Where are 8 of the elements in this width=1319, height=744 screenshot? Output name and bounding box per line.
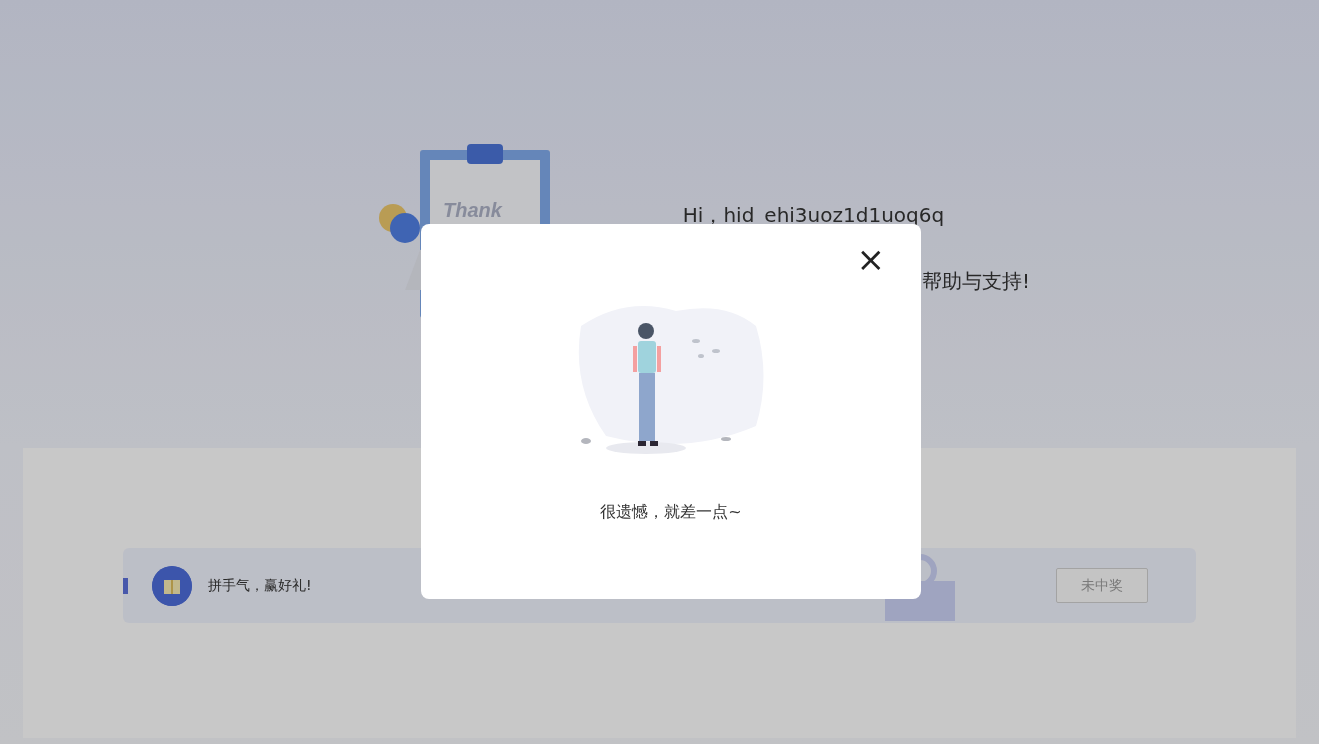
thanks-text: 帮助与支持!: [921, 268, 1031, 295]
lottery-title: 拼手气，赢好礼!: [208, 576, 312, 595]
gift-icon: [152, 565, 192, 606]
thank-you-text: Thank: [442, 199, 502, 221]
close-button[interactable]: ×: [856, 242, 885, 276]
result-message: 很遗憾，就差一点~: [600, 501, 742, 523]
accent-bar: [123, 577, 128, 594]
greeting-text: Hi，hid_ehi3uoz1d1uoq6q: [682, 202, 945, 229]
